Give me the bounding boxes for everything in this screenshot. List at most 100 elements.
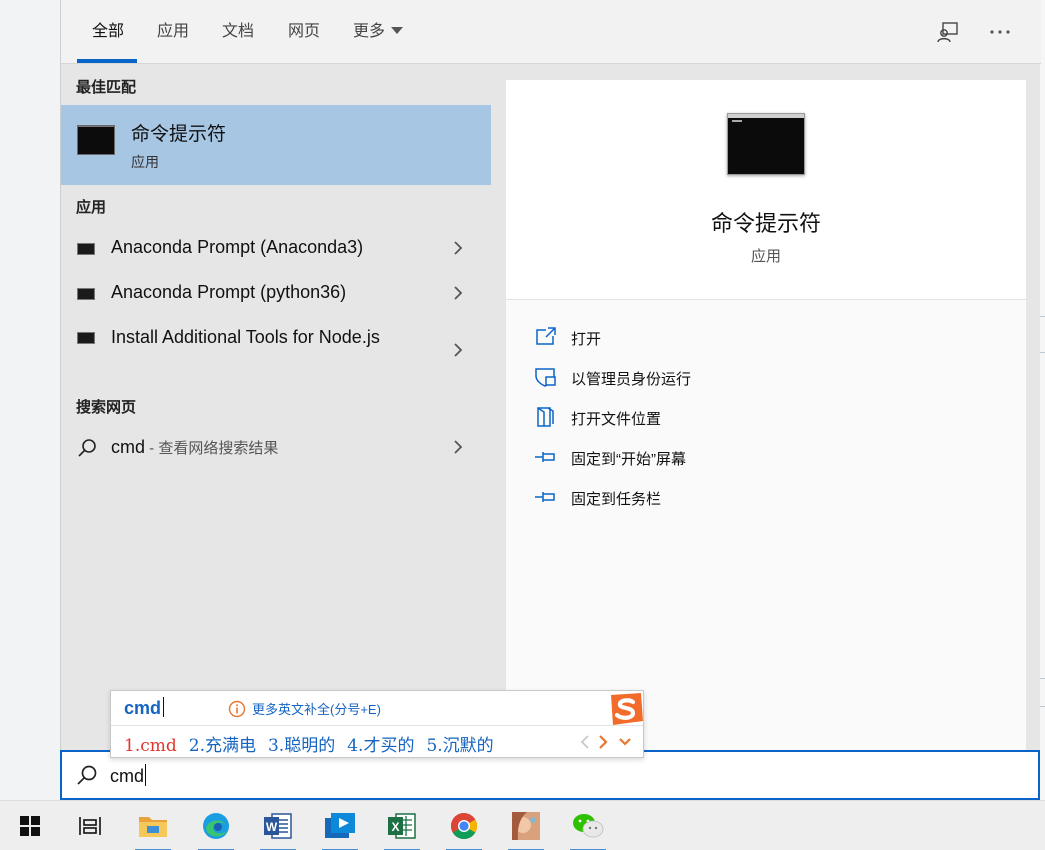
ime-candidate[interactable]: 4.才买的 — [347, 731, 414, 756]
pin-icon — [535, 452, 555, 462]
edge-icon — [203, 813, 229, 839]
best-match-item[interactable]: 命令提示符 应用 — [61, 105, 491, 185]
search-input[interactable]: cmd — [110, 764, 147, 787]
chevron-right-icon[interactable] — [451, 343, 465, 357]
search-input-value: cmd — [110, 766, 145, 786]
task-view-icon — [79, 817, 101, 835]
taskbar-wechat[interactable] — [564, 801, 612, 850]
wechat-icon — [573, 814, 604, 838]
chrome-icon — [450, 812, 478, 840]
action-pin-to-start-label: 固定到“开始”屏幕 — [571, 451, 686, 468]
tab-apps[interactable]: 应用 — [157, 20, 189, 44]
taskbar-word[interactable]: W — [254, 801, 302, 850]
info-icon — [228, 700, 246, 718]
action-run-as-admin-label: 以管理员身份运行 — [571, 371, 692, 388]
ime-candidate-window: cmd 更多英文补全(分号+E) 1.cmd 2.充满电 3.聪明的 4.才买的 5.沉… — [110, 690, 644, 758]
cmd-icon — [77, 125, 115, 155]
web-result-query: cmd — [111, 437, 146, 457]
apps-header: 应用 — [76, 199, 107, 216]
terminal-icon — [77, 332, 95, 344]
action-open-file-location-label: 打开文件位置 — [571, 411, 662, 428]
ime-candidate[interactable]: 3.聪明的 — [268, 731, 335, 756]
terminal-icon — [77, 288, 95, 300]
start-search-panel: 全部 应用 文档 网页 更多 最佳匹配 命令提示符 应用 应用 Anaconda… — [60, 0, 1041, 800]
ime-candidate[interactable]: 2.充满电 — [189, 731, 256, 756]
ime-candidate[interactable]: 1.cmd — [124, 736, 177, 756]
word-icon: W — [264, 813, 292, 839]
results-list: 最佳匹配 命令提示符 应用 应用 Anaconda Prompt (Anacon… — [61, 65, 491, 750]
tab-web[interactable]: 网页 — [288, 20, 320, 44]
ime-composition-text: cmd — [124, 698, 162, 718]
feedback-button[interactable] — [934, 18, 962, 46]
chevron-right-icon[interactable] — [451, 241, 465, 255]
ime-hint-text[interactable]: 更多英文补全(分号+E) — [252, 699, 381, 718]
sogou-logo-icon[interactable] — [605, 691, 645, 729]
search-icon — [77, 765, 97, 785]
taskbar-file-explorer[interactable] — [129, 801, 177, 850]
shield-icon — [535, 368, 556, 387]
detail-title: 命令提示符 — [710, 211, 821, 236]
desktop-background-right — [1040, 0, 1045, 800]
tab-more[interactable]: 更多 — [353, 20, 404, 44]
taskbar-photo-app[interactable] — [502, 801, 550, 850]
action-open-label: 打开 — [571, 331, 602, 348]
file-location-icon — [537, 407, 554, 427]
chevron-right-icon[interactable] — [451, 440, 465, 454]
web-result-suffix: - 查看网络搜索结果 — [145, 440, 279, 457]
action-pin-to-taskbar-label: 固定到任务栏 — [571, 491, 662, 508]
svg-text:W: W — [266, 820, 278, 834]
taskbar-chrome[interactable] — [440, 801, 488, 850]
sogou-s-icon — [611, 693, 643, 725]
pin-icon — [535, 492, 555, 502]
ime-expand-icon[interactable] — [617, 733, 633, 751]
best-match-subtitle: 应用 — [131, 154, 159, 170]
list-item-app[interactable]: Anaconda Prompt (Anaconda3) — [61, 232, 491, 264]
excel-icon: X — [388, 813, 416, 839]
feedback-icon — [937, 22, 958, 43]
tab-all[interactable]: 全部 — [92, 20, 124, 44]
chevron-right-icon[interactable] — [451, 286, 465, 300]
web-result-text: cmd - 查看网络搜索结果 — [111, 435, 278, 461]
start-button[interactable] — [6, 801, 54, 850]
taskbar-excel[interactable]: X — [378, 801, 426, 850]
best-match-header: 最佳匹配 — [76, 79, 137, 96]
chevron-down-icon — [391, 27, 404, 34]
more-options-icon — [990, 30, 1010, 34]
task-view-button[interactable] — [66, 801, 114, 850]
windows-start-icon — [20, 816, 40, 836]
ime-prev-page-icon[interactable] — [577, 733, 593, 751]
more-options-button[interactable] — [986, 18, 1014, 46]
list-item-app[interactable]: Install Additional Tools for Node.js — [61, 322, 491, 378]
desktop-background-left — [0, 0, 60, 800]
ime-divider — [111, 725, 643, 726]
tab-documents[interactable]: 文档 — [222, 20, 254, 44]
taskbar: W X — [0, 800, 1045, 850]
svg-text:X: X — [391, 820, 399, 834]
list-item-app[interactable]: Anaconda Prompt (python36) — [61, 277, 491, 309]
open-icon — [536, 327, 556, 345]
text-cursor — [145, 764, 147, 786]
media-player-icon — [325, 813, 355, 838]
best-match-title: 命令提示符 — [131, 124, 227, 145]
search-icon — [78, 439, 96, 457]
ime-candidate[interactable]: 5.沉默的 — [426, 731, 493, 756]
search-tabs-bar: 全部 应用 文档 网页 更多 — [61, 0, 1041, 64]
detail-subtitle: 应用 — [750, 248, 781, 265]
app-label: Install Additional Tools for Node.js — [111, 327, 380, 347]
taskbar-media-player[interactable] — [316, 801, 364, 850]
tab-more-label: 更多 — [353, 23, 386, 40]
ime-next-page-icon[interactable] — [595, 733, 611, 751]
list-item-web-search[interactable]: cmd - 查看网络搜索结果 — [61, 431, 491, 463]
detail-pane: 命令提示符 应用 打开 以管理员身份运行 打开文件位置 固定到“开始”屏幕 固定… — [506, 80, 1026, 750]
file-explorer-icon — [139, 817, 167, 837]
cmd-large-icon — [727, 113, 805, 175]
photo-app-icon — [512, 812, 540, 840]
app-label: Anaconda Prompt (python36) — [111, 282, 347, 302]
active-tab-indicator — [77, 59, 137, 63]
web-search-header: 搜索网页 — [76, 399, 137, 416]
text-cursor — [163, 697, 165, 717]
detail-header: 命令提示符 应用 — [506, 80, 1026, 300]
taskbar-edge[interactable] — [192, 801, 240, 850]
ime-composition: cmd — [124, 697, 165, 719]
terminal-icon — [77, 243, 95, 255]
